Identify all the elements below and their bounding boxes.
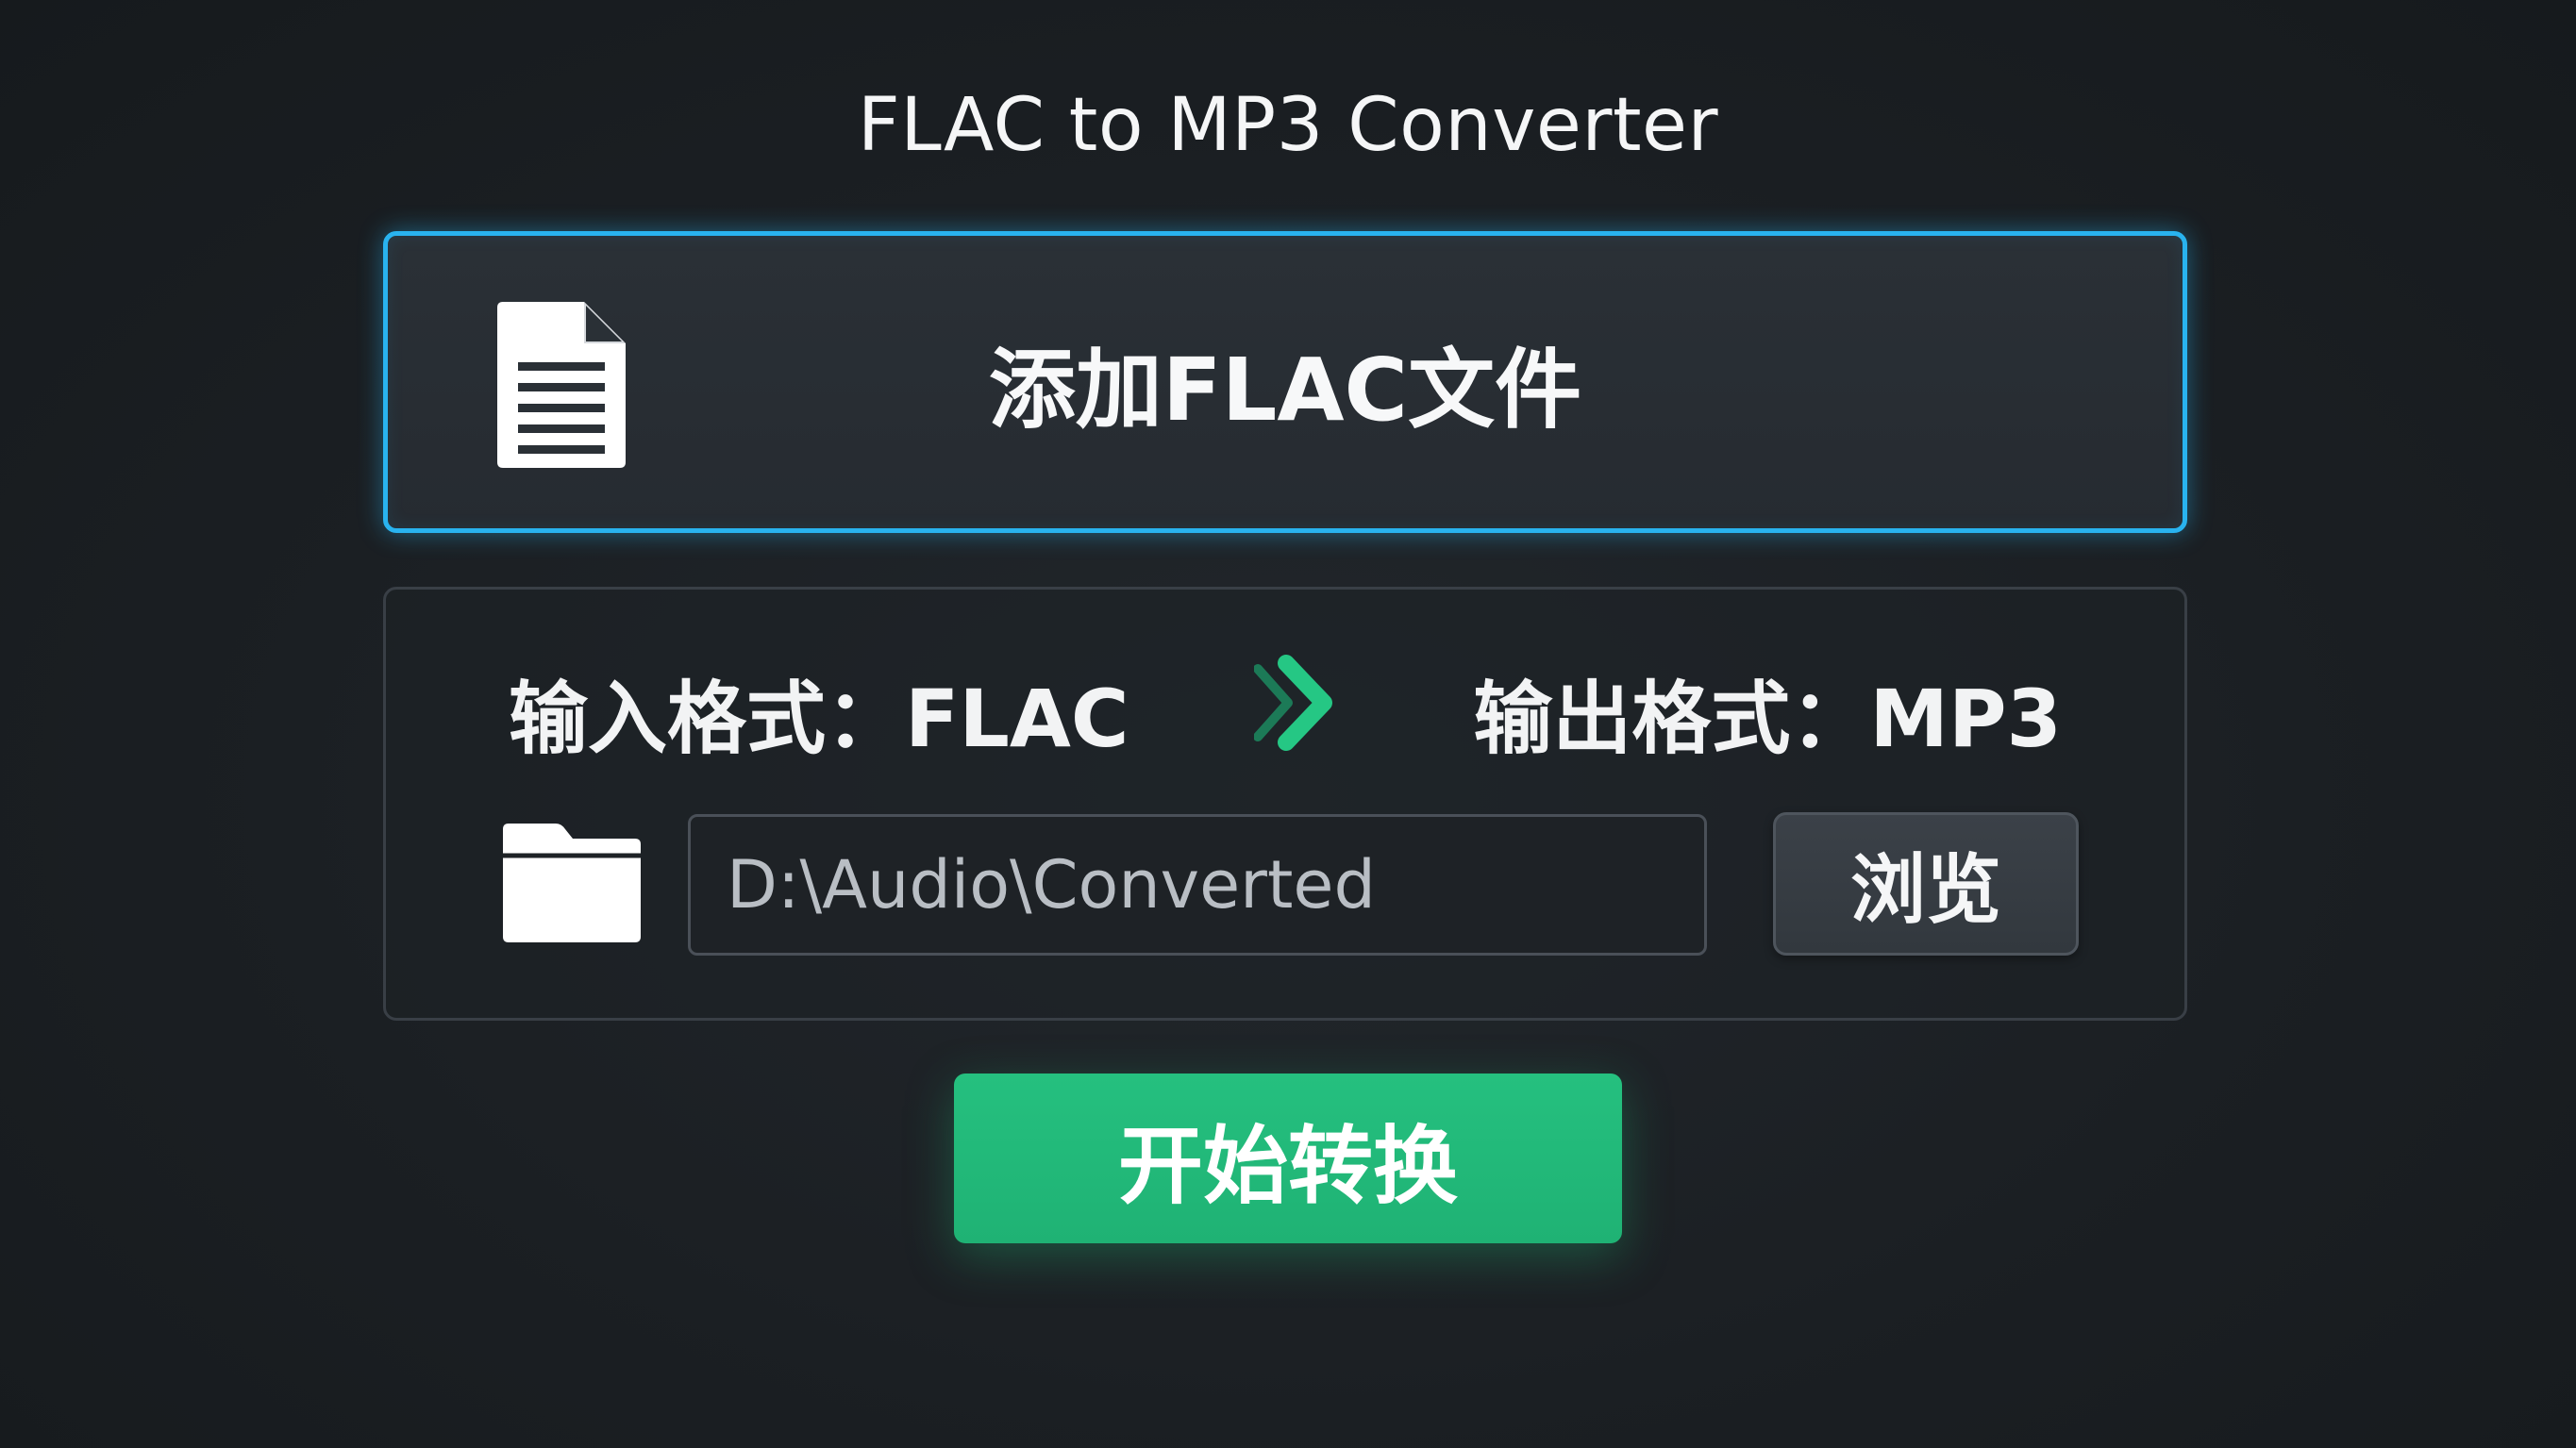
add-files-label: 添加FLAC文件 <box>988 339 1582 441</box>
folder-icon <box>503 824 641 942</box>
conversion-settings-panel: 输入格式：FLAC 输出格式：MP3 浏览 <box>383 587 2187 1021</box>
browse-button[interactable]: 浏览 <box>1773 812 2079 956</box>
output-format-label: 输出格式：MP3 <box>1473 673 2062 765</box>
chevron-right-icon <box>1254 655 1332 751</box>
app-title: FLAC to MP3 Converter <box>857 83 1719 168</box>
input-format-label: 输入格式：FLAC <box>509 673 1129 765</box>
add-flac-files-button[interactable]: 添加FLAC文件 <box>383 231 2187 533</box>
start-conversion-button[interactable]: 开始转换 <box>954 1074 1622 1243</box>
output-path-input[interactable] <box>688 814 1707 956</box>
